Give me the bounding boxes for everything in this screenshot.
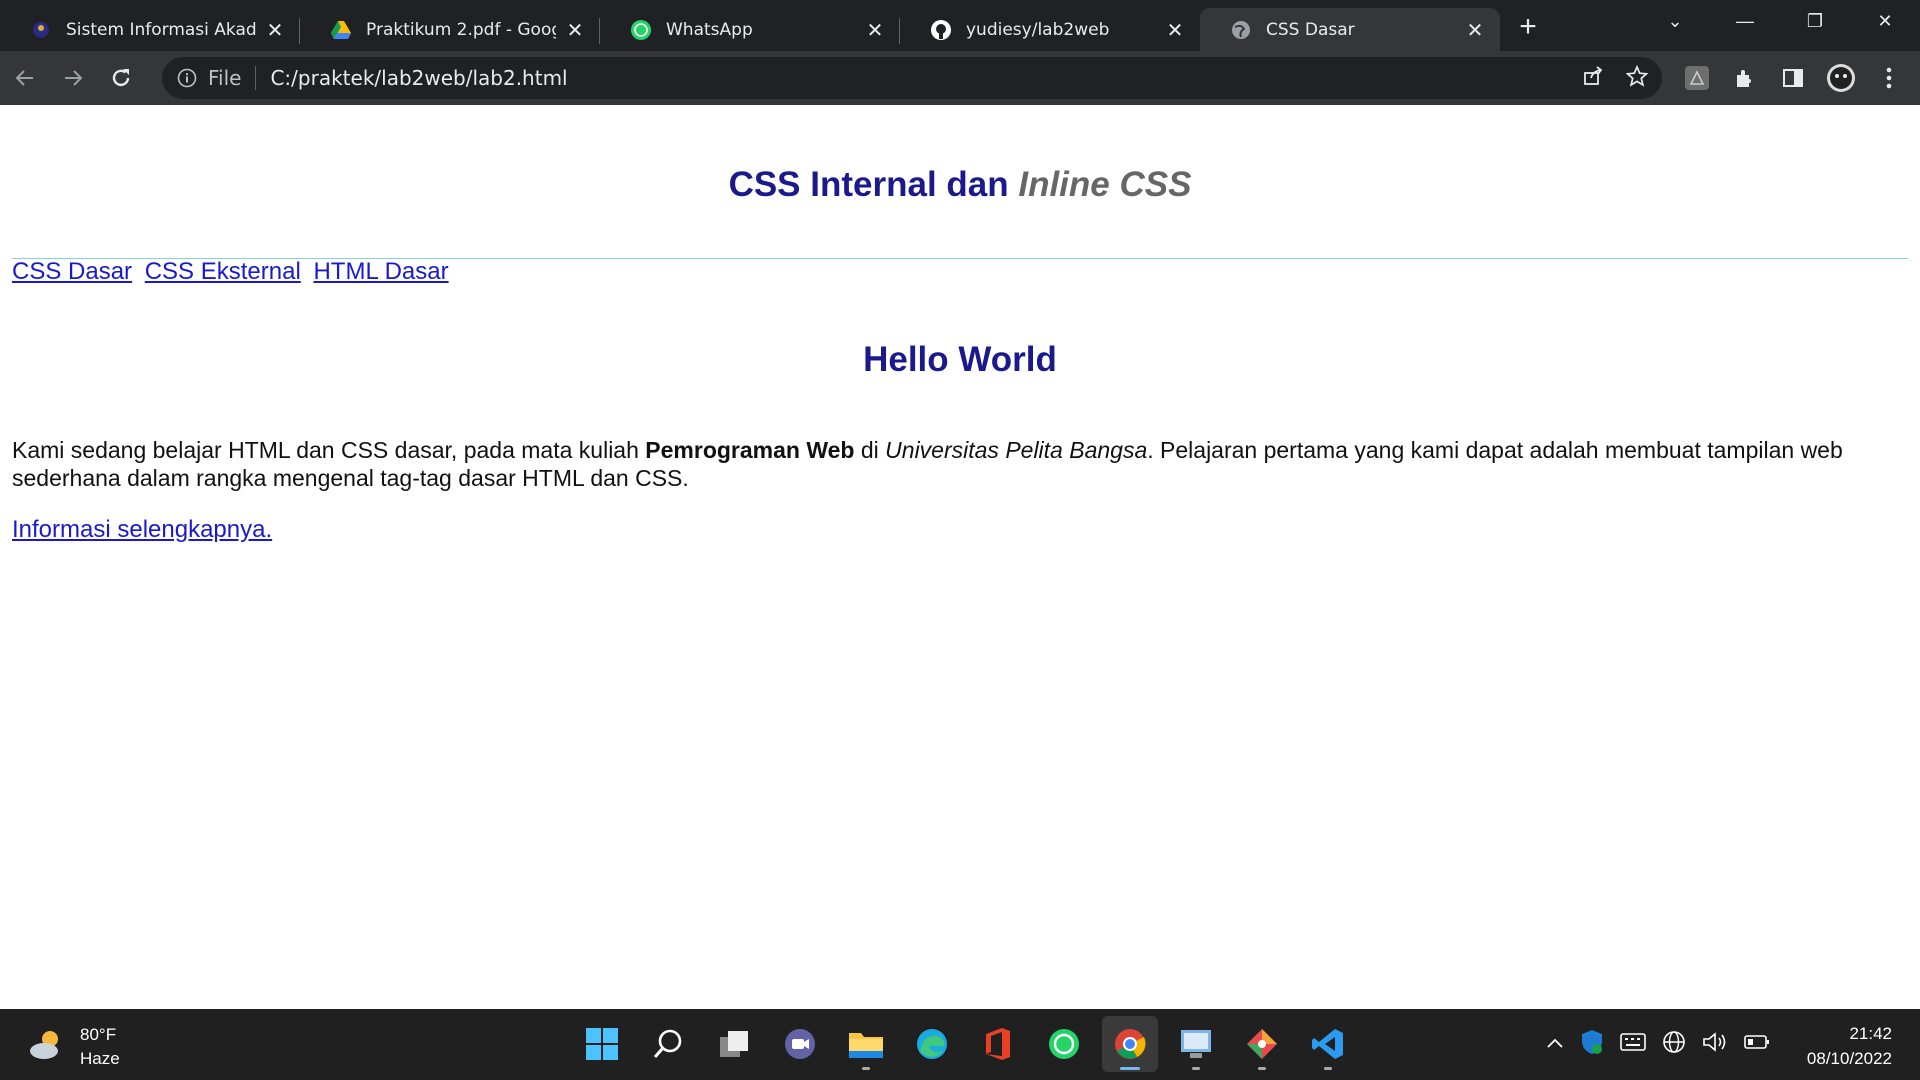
tab-praktikum[interactable]: Praktikum 2.pdf - Google ✕	[300, 8, 600, 51]
tab-title: CSS Dasar	[1266, 19, 1355, 40]
running-indicator	[862, 1067, 870, 1070]
para-bold: Pemrograman Web	[645, 437, 855, 463]
heading-inline-text: Inline CSS	[1018, 165, 1192, 204]
search-icon[interactable]	[640, 1016, 696, 1072]
whatsapp-icon	[630, 19, 652, 41]
link-more-info[interactable]: Informasi selengkapnya.	[12, 516, 272, 543]
link-html-dasar[interactable]: HTML Dasar	[313, 258, 448, 285]
tab-strip: Sistem Informasi Akademi ✕ Praktikum 2.p…	[0, 0, 1920, 51]
globe-icon	[1230, 19, 1252, 41]
more-info: Informasi selengkapnya.	[12, 516, 272, 544]
keyboard-icon[interactable]	[1620, 1033, 1646, 1056]
tab-whatsapp[interactable]: WhatsApp ✕	[600, 8, 900, 51]
reload-icon[interactable]	[98, 55, 144, 101]
omnibox-actions	[1582, 57, 1649, 99]
running-indicator	[1192, 1067, 1200, 1070]
whatsapp-taskbar-icon[interactable]	[1036, 1016, 1092, 1072]
network-app-icon[interactable]	[1168, 1016, 1224, 1072]
clock-date: 08/10/2022	[1806, 1049, 1892, 1068]
running-indicator	[1324, 1067, 1332, 1070]
tab-github[interactable]: yudiesy/lab2web ✕	[900, 8, 1200, 51]
extensions-puzzle-icon[interactable]	[1728, 61, 1762, 95]
office-icon[interactable]	[970, 1016, 1026, 1072]
omnibox-divider	[255, 66, 257, 90]
page-heading: CSS Internal dan Inline CSS	[0, 165, 1920, 205]
window-controls: ⌄ — ❐ ✕	[1640, 0, 1920, 42]
url-text[interactable]: C:/praktek/lab2web/lab2.html	[270, 66, 567, 90]
para-text-2: di	[854, 437, 886, 463]
profile-avatar[interactable]	[1824, 61, 1858, 95]
weather-widget[interactable]: 80°F Haze	[26, 1023, 120, 1071]
close-window-icon[interactable]: ✕	[1850, 0, 1920, 42]
side-panel-icon[interactable]	[1776, 61, 1810, 95]
weather-desc: Haze	[80, 1049, 120, 1068]
weather-cloud-sun-icon	[26, 1027, 66, 1068]
tab-title: Praktikum 2.pdf - Google	[366, 19, 556, 40]
teams-chat-icon[interactable]	[772, 1016, 828, 1072]
link-css-dasar[interactable]: CSS Dasar	[12, 258, 132, 285]
heading-main-text: CSS Internal dan	[728, 165, 1019, 204]
vscode-icon[interactable]	[1300, 1016, 1356, 1072]
file-explorer-icon[interactable]	[838, 1016, 894, 1072]
chrome-icon[interactable]	[1102, 1016, 1158, 1072]
close-icon[interactable]: ✕	[264, 18, 286, 42]
forward-icon[interactable]	[50, 55, 96, 101]
page-viewport: CSS Internal dan Inline CSS CSS Dasar CS…	[0, 105, 1920, 1009]
battery-icon[interactable]	[1744, 1034, 1770, 1055]
github-icon	[930, 19, 952, 41]
tab-title: Sistem Informasi Akademi	[66, 19, 256, 40]
toolbar-extensions	[1680, 51, 1906, 105]
tab-sia[interactable]: Sistem Informasi Akademi ✕	[0, 8, 300, 51]
link-css-eksternal[interactable]: CSS Eksternal	[145, 258, 301, 285]
browser-toolbar: File C:/praktek/lab2web/lab2.html	[0, 51, 1920, 105]
google-drive-icon	[330, 19, 352, 41]
volume-icon[interactable]	[1702, 1031, 1728, 1058]
system-tray	[1546, 1029, 1770, 1060]
task-view-icon[interactable]	[706, 1016, 762, 1072]
git-tool-icon[interactable]	[1234, 1016, 1290, 1072]
tab-search-icon[interactable]: ⌄	[1640, 0, 1710, 42]
para-text-1: Kami sedang belajar HTML dan CSS dasar, …	[12, 437, 646, 463]
close-icon[interactable]: ✕	[564, 18, 586, 42]
tab-title: yudiesy/lab2web	[966, 19, 1110, 40]
running-indicator	[1120, 1067, 1140, 1070]
start-button[interactable]	[574, 1016, 630, 1072]
more-menu-icon[interactable]	[1872, 61, 1906, 95]
globe-network-icon[interactable]	[1662, 1030, 1686, 1059]
hello-heading: Hello World	[863, 340, 1057, 379]
edge-icon[interactable]	[904, 1016, 960, 1072]
minimize-icon[interactable]: —	[1710, 0, 1780, 42]
address-bar[interactable]: File C:/praktek/lab2web/lab2.html	[162, 57, 1662, 99]
taskbar-apps	[574, 1016, 1356, 1072]
nav-links: CSS Dasar CSS Eksternal HTML Dasar	[12, 258, 455, 286]
intro-paragraph: Kami sedang belajar HTML dan CSS dasar, …	[12, 436, 1902, 492]
bookmark-star-icon[interactable]	[1625, 64, 1649, 92]
running-indicator	[1258, 1067, 1266, 1070]
scheme-label: File	[208, 66, 242, 90]
para-italic: Universitas Pelita Bangsa	[885, 437, 1148, 463]
clock-time: 21:42	[1849, 1024, 1892, 1043]
weather-temp: 80°F	[80, 1025, 117, 1044]
tab-css-dasar[interactable]: CSS Dasar ✕	[1200, 8, 1500, 51]
close-icon[interactable]: ✕	[1164, 18, 1186, 42]
clock[interactable]: 21:42 08/10/2022	[1807, 1021, 1892, 1071]
tab-title: WhatsApp	[666, 19, 753, 40]
share-icon[interactable]	[1582, 65, 1604, 92]
university-logo-icon	[30, 19, 52, 41]
info-icon[interactable]	[176, 67, 198, 89]
taskbar: 80°F Haze 21:42 08/10/2022	[0, 1009, 1920, 1080]
chevron-up-icon[interactable]	[1546, 1036, 1564, 1054]
security-shield-icon[interactable]	[1580, 1029, 1604, 1060]
restore-icon[interactable]: ❐	[1780, 0, 1850, 42]
pdf-extension-icon[interactable]	[1680, 61, 1714, 95]
back-icon[interactable]	[2, 55, 48, 101]
new-tab-button[interactable]: +	[1508, 7, 1548, 47]
close-icon[interactable]: ✕	[864, 18, 886, 42]
close-icon[interactable]: ✕	[1464, 18, 1486, 42]
